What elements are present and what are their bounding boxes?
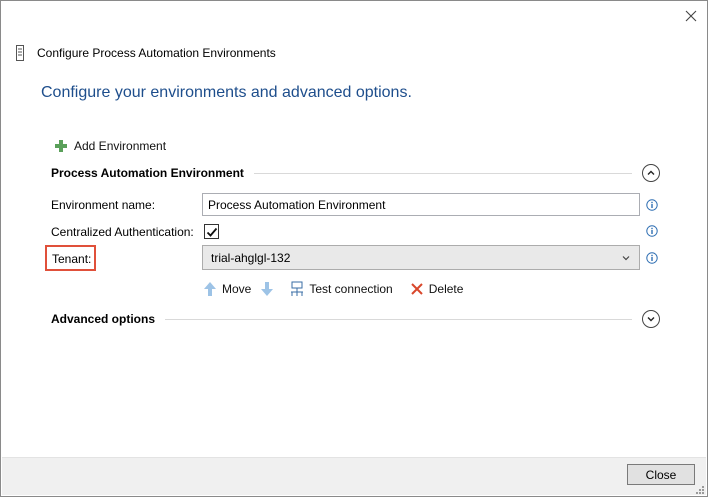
close-button[interactable]: Close [627,464,695,485]
test-connection-button[interactable]: Test connection [289,281,393,297]
check-icon [206,227,217,237]
arrow-up-icon [204,282,216,296]
plus-icon [55,140,67,152]
arrow-down-icon [261,282,274,296]
section-divider [253,172,632,174]
chevron-down-icon [622,255,630,260]
title-bar: Configure Process Automation Environment… [15,44,276,62]
network-icon [291,281,304,296]
section-divider [165,318,632,320]
move-label: Move [222,282,252,296]
expand-advanced-button[interactable] [642,310,660,328]
centralized-auth-checkbox[interactable] [204,224,219,239]
delete-label: Delete [428,282,464,296]
delete-button[interactable]: Delete [409,281,464,297]
dialog-window: Configure Process Automation Environment… [0,0,708,497]
advanced-section-title: Advanced options [51,312,156,326]
dialog-footer [2,457,706,495]
collapse-environment-button[interactable] [642,164,660,182]
tenant-selected-value: trial-ahglgl-132 [211,250,291,265]
resize-grip-icon[interactable] [693,483,705,495]
chevron-up-icon [647,170,655,175]
window-title: Configure Process Automation Environment… [37,46,276,60]
info-icon[interactable] [646,252,658,264]
tenant-label: Tenant: [52,252,92,266]
advanced-section-header: Advanced options [51,309,660,329]
add-environment-label: Add Environment [74,139,167,153]
chevron-down-icon [647,317,655,322]
environment-section-header: Process Automation Environment [51,163,660,183]
tenant-dropdown[interactable]: trial-ahglgl-132 [202,245,640,270]
centralized-auth-label: Centralized Authentication: [51,225,194,239]
environment-actions: Move Test connection Delete [202,279,463,299]
close-icon[interactable] [682,7,700,25]
info-icon[interactable] [646,225,658,237]
delete-x-icon [411,283,423,295]
add-environment-button[interactable]: Add Environment [54,137,166,155]
environment-section-title: Process Automation Environment [51,166,244,180]
info-icon[interactable] [646,199,658,211]
move-down-button[interactable] [259,281,279,297]
move-up-button[interactable]: Move [202,281,251,297]
environment-name-label: Environment name: [51,198,156,212]
app-icon [16,45,24,61]
test-connection-label: Test connection [309,282,393,296]
page-heading: Configure your environments and advanced… [41,84,412,101]
environment-name-input[interactable] [202,193,640,216]
